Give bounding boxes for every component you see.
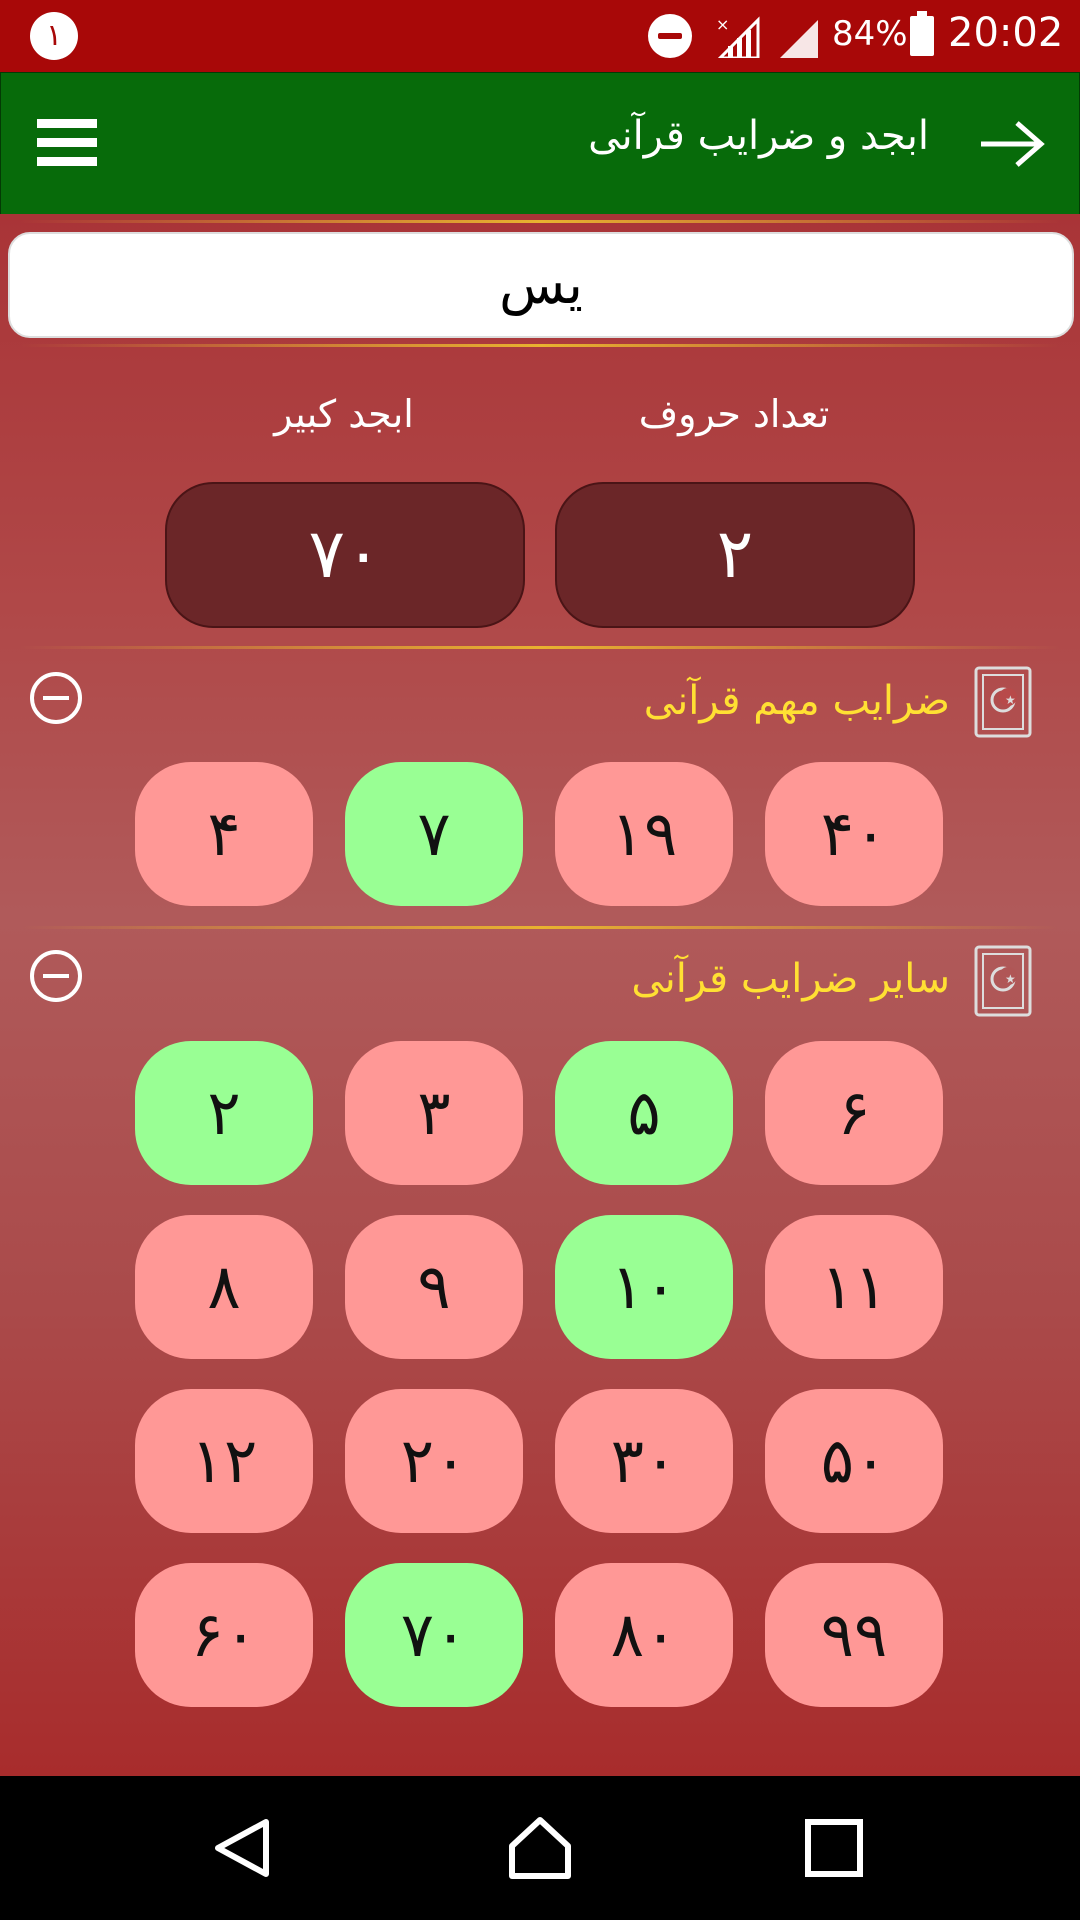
coefficient-pill[interactable]: ٣٠ (555, 1389, 733, 1533)
battery-icon (910, 11, 934, 56)
battery-percent: 84% (832, 14, 908, 54)
home-icon[interactable] (508, 1816, 572, 1880)
coefficient-pill[interactable]: ۶ (765, 1041, 943, 1185)
coefficient-pill[interactable]: ١٠ (555, 1215, 733, 1359)
letter-count-label: تعداد حروف (638, 392, 830, 436)
coefficient-pill[interactable]: ٢ (135, 1041, 313, 1185)
coefficient-pill[interactable]: ١٢ (135, 1389, 313, 1533)
coefficient-pill[interactable]: ٨٠ (555, 1563, 733, 1707)
coefficient-pill[interactable]: ٩ (345, 1215, 523, 1359)
coefficient-pill[interactable]: ۶٠ (135, 1563, 313, 1707)
coefficient-pill[interactable]: ۵٠ (765, 1389, 943, 1533)
coefficient-pill[interactable]: ١٩ (555, 762, 733, 906)
collapse-icon[interactable] (30, 672, 82, 724)
coefficient-pill[interactable]: ۵ (555, 1041, 733, 1185)
abjad-value: ٧٠ (165, 482, 525, 628)
hamburger-menu-icon[interactable] (37, 119, 97, 169)
signal-no-service-icon: × (716, 16, 760, 58)
recents-square-icon[interactable] (802, 1816, 866, 1880)
back-arrow-icon[interactable] (979, 119, 1045, 169)
coefficient-pill[interactable]: ٧٠ (345, 1563, 523, 1707)
notification-badge: ١ (30, 12, 78, 60)
main-content: یس تعداد حروف ابجد کبیر ٢ ٧٠ ★ ضرایب مهم… (0, 214, 1080, 1776)
status-bar: ١ × 84% 20:02 (0, 0, 1080, 72)
important-section-title: ضرایب مهم قرآنی (643, 678, 950, 724)
coefficient-pill[interactable]: ٩٩ (765, 1563, 943, 1707)
back-triangle-icon[interactable] (210, 1816, 274, 1880)
word-input[interactable]: یس (8, 232, 1074, 338)
coefficient-pill[interactable]: ١١ (765, 1215, 943, 1359)
page-title: ابجد و ضرایب قرآنی (588, 113, 929, 159)
do-not-disturb-icon (648, 14, 692, 58)
divider (20, 344, 1060, 347)
collapse-icon[interactable] (30, 950, 82, 1002)
clock: 20:02 (948, 10, 1064, 56)
coefficient-pill[interactable]: ٨ (135, 1215, 313, 1359)
coefficient-pill[interactable]: ٢٠ (345, 1389, 523, 1533)
other-section-title: سایر ضرایب قرآنی (631, 956, 950, 1002)
divider (20, 646, 1060, 649)
quran-book-icon: ★ (974, 666, 1032, 738)
coefficient-pill[interactable]: ۴ (135, 762, 313, 906)
divider (20, 926, 1060, 929)
coefficient-pill[interactable]: ٣ (345, 1041, 523, 1185)
system-nav-bar (0, 1776, 1080, 1920)
coefficient-pill[interactable]: ۴٠ (765, 762, 943, 906)
abjad-label: ابجد کبیر (274, 392, 414, 436)
quran-book-icon: ★ (974, 945, 1032, 1017)
svg-text:×: × (716, 16, 729, 34)
coefficient-pill[interactable]: ٧ (345, 762, 523, 906)
svg-text:★: ★ (1005, 972, 1016, 986)
app-toolbar: ابجد و ضرایب قرآنی (0, 72, 1080, 216)
svg-text:★: ★ (1005, 693, 1016, 707)
letter-count-value: ٢ (555, 482, 915, 628)
signal-icon (780, 20, 818, 58)
divider (20, 220, 1060, 223)
